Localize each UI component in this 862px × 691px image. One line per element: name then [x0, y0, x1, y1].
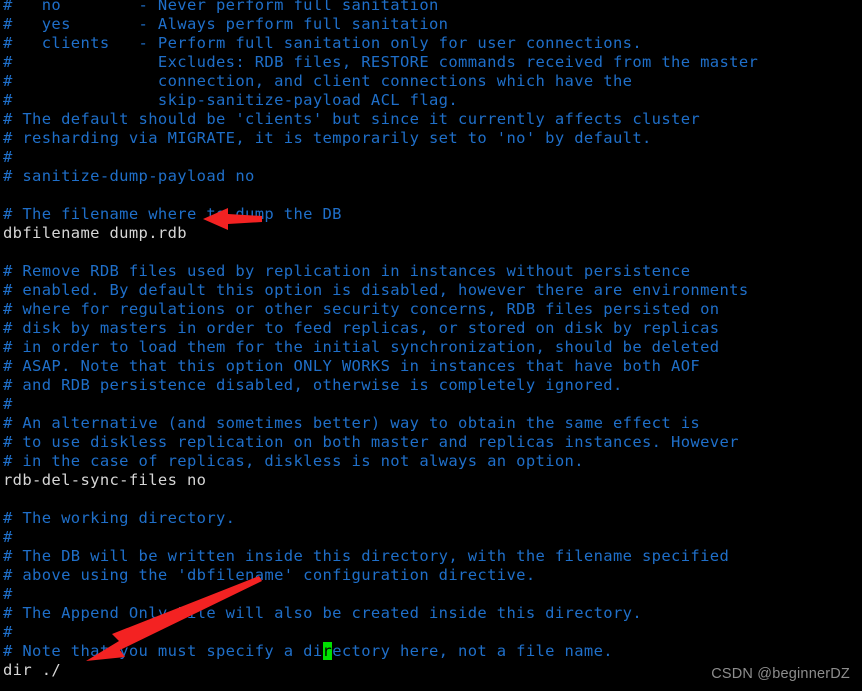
line-text-after-cursor: ectory here, not a file name.: [332, 642, 613, 660]
csdn-watermark: CSDN @beginnerDZ: [711, 666, 850, 682]
terminal-line: # no - Never perform full sanitation: [3, 0, 439, 14]
terminal-line: # where for regulations or other securit…: [3, 300, 720, 318]
terminal-line: # The DB will be written inside this dir…: [3, 547, 730, 565]
terminal-line: # enabled. By default this option is dis…: [3, 281, 749, 299]
terminal-line: # in order to load them for the initial …: [3, 338, 720, 356]
terminal-line: dir ./: [3, 661, 62, 679]
terminal-line: # ASAP. Note that this option ONLY WORKS…: [3, 357, 701, 375]
terminal-line: # in the case of replicas, diskless is n…: [3, 452, 584, 470]
terminal-line: # and RDB persistence disabled, otherwis…: [3, 376, 623, 394]
terminal-line: dbfilename dump.rdb: [3, 224, 187, 242]
redis-config-text-area[interactable]: # no - Never perform full sanitation # ye…: [0, 0, 862, 691]
terminal-line: # disk by masters in order to feed repli…: [3, 319, 720, 337]
terminal-line: #: [3, 585, 13, 603]
terminal-line: # skip-sanitize-payload ACL flag.: [3, 91, 459, 109]
terminal-line: # Remove RDB files used by replication i…: [3, 262, 691, 280]
terminal-line: # The Append Only File will also be crea…: [3, 604, 642, 622]
terminal-line: # An alternative (and sometimes better) …: [3, 414, 701, 432]
text-cursor: r: [322, 642, 333, 660]
terminal-line: # The working directory.: [3, 509, 236, 527]
terminal-line: #: [3, 528, 13, 546]
terminal-line: #: [3, 623, 13, 641]
terminal-line: # Note that you must specify a directory…: [3, 642, 613, 661]
line-text-before-cursor: # Note that you must specify a di: [3, 642, 323, 660]
terminal-line: # clients - Perform full sanitation only…: [3, 34, 642, 52]
terminal-line: # yes - Always perform full sanitation: [3, 15, 449, 33]
terminal-line: # resharding via MIGRATE, it is temporar…: [3, 129, 652, 147]
terminal-screen: # no - Never perform full sanitation # ye…: [0, 0, 862, 691]
terminal-line: #: [3, 395, 13, 413]
terminal-line: # Excludes: RDB files, RESTORE commands …: [3, 53, 759, 71]
terminal-line: # to use diskless replication on both ma…: [3, 433, 739, 451]
terminal-line: rdb-del-sync-files no: [3, 471, 207, 489]
terminal-line: # above using the 'dbfilename' configura…: [3, 566, 536, 584]
terminal-line: # The filename where to dump the DB: [3, 205, 342, 223]
terminal-line: # The default should be 'clients' but si…: [3, 110, 701, 128]
terminal-line: # connection, and client connections whi…: [3, 72, 633, 90]
terminal-line: # sanitize-dump-payload no: [3, 167, 255, 185]
terminal-line: #: [3, 148, 13, 166]
